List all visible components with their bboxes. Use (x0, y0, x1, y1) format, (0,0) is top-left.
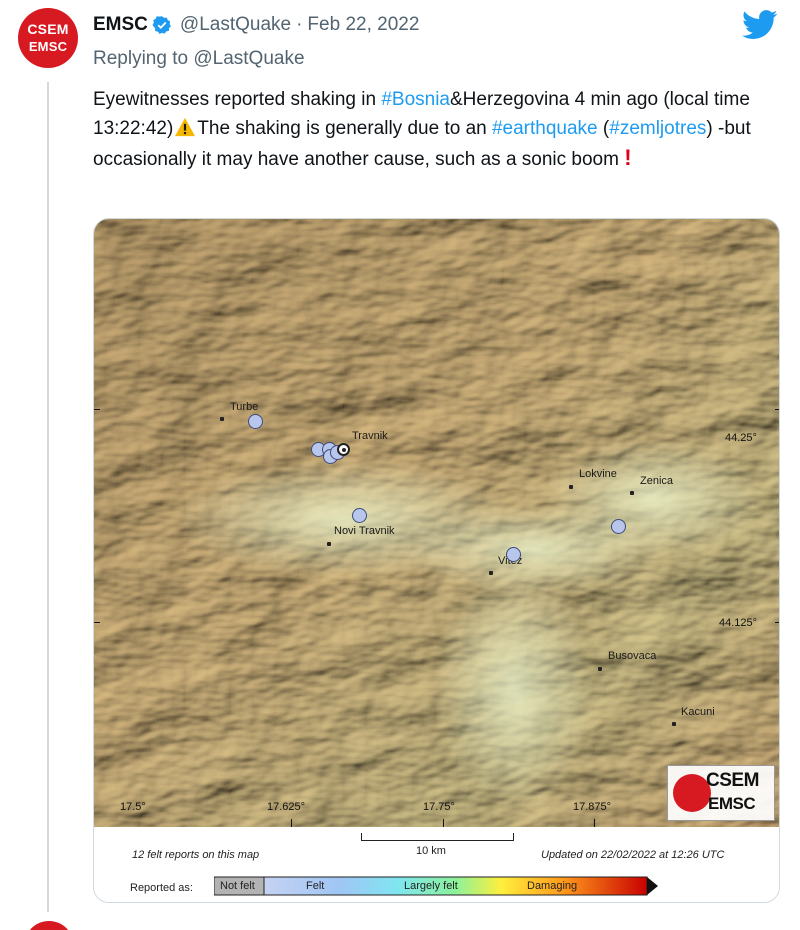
hashtag-earthquake[interactable]: #earthquake (492, 118, 598, 139)
verified-badge-icon (152, 16, 171, 34)
felt-report-marker[interactable] (611, 519, 626, 534)
legend-label-largely-felt: Largely felt (404, 880, 458, 892)
next-reply-avatar[interactable] (24, 921, 74, 930)
town-label: Kacuni (681, 706, 715, 718)
avatar-text-csem: CSEM (27, 21, 69, 37)
lon-label: 17.625° (267, 801, 306, 813)
logo-text-emsc: EMSC (708, 794, 756, 813)
hashtag-zemljotres[interactable]: #zemljotres (609, 118, 706, 139)
author-handle[interactable]: @LastQuake (180, 14, 291, 36)
twitter-bird-icon[interactable] (742, 10, 778, 40)
felt-report-marker[interactable] (248, 414, 263, 429)
town-label: Travnik (352, 430, 388, 442)
header-separator: · (296, 14, 303, 35)
thread-connector-line (47, 82, 49, 912)
updated-timestamp: Updated on 22/02/2022 at 12:26 UTC (541, 849, 725, 861)
replying-prefix: Replying to (93, 48, 189, 69)
town-marker (327, 542, 331, 546)
warning-icon (175, 117, 196, 137)
legend-label-damaging: Damaging (527, 880, 578, 892)
legend-title: Reported as: (130, 882, 193, 894)
lon-label: 17.5° (120, 801, 146, 813)
lon-tick (443, 819, 444, 827)
lat-tick (94, 622, 100, 623)
hashtag-bosnia[interactable]: #Bosnia (381, 89, 450, 110)
town-marker (630, 491, 634, 495)
town-label: Busovaca (608, 650, 657, 662)
terrain-relief (94, 219, 779, 827)
tweet-text-part: ( (597, 118, 610, 139)
tweet-date[interactable]: Feb 22, 2022 (307, 14, 419, 36)
tweet-header: EMSC @LastQuake · Feb 22, 2022 (93, 12, 419, 38)
map-image-card[interactable]: Turbe Travnik Novi Travnik Lokvine Zenic… (93, 218, 780, 903)
legend-label-not-felt: Not felt (220, 880, 255, 892)
lon-tick (594, 819, 595, 827)
town-label: Lokvine (579, 468, 617, 480)
town-label: Zenica (640, 475, 674, 487)
town-marker (569, 485, 573, 489)
lon-label: 17.75° (423, 801, 455, 813)
csem-emsc-logo: CSEM EMSC (667, 765, 775, 821)
map-footer: 10 km 12 felt reports on this map Update… (94, 827, 779, 902)
lat-tick (775, 409, 779, 410)
tweet-text-part: The shaking is generally due to an (197, 118, 492, 139)
lat-label: 44.25° (725, 432, 757, 444)
scale-label: 10 km (416, 845, 446, 857)
replying-to: Replying to @LastQuake (93, 48, 305, 70)
town-marker (489, 571, 493, 575)
legend-label-felt: Felt (306, 880, 325, 892)
town-label: Novi Travnik (334, 525, 395, 537)
felt-report-marker[interactable] (506, 547, 521, 562)
earthquake-map: Turbe Travnik Novi Travnik Lokvine Zenic… (94, 219, 779, 827)
town-label: Turbe (230, 401, 259, 413)
lat-tick (94, 409, 100, 410)
logo-text-csem: CSEM (706, 770, 759, 791)
town-marker (598, 667, 602, 671)
town-marker (220, 417, 224, 421)
lon-tick (291, 819, 292, 827)
replying-handle[interactable]: @LastQuake (193, 48, 304, 69)
epicenter-marker[interactable] (337, 443, 350, 456)
lon-label: 17.875° (573, 801, 612, 813)
lat-tick (775, 622, 779, 623)
exclamation-icon: ! (624, 145, 632, 170)
tweet-text-part: Eyewitnesses reported shaking in (93, 89, 382, 110)
tweet-text: Eyewitnesses reported shaking in #Bosnia… (93, 85, 753, 174)
town-marker (672, 722, 676, 726)
avatar[interactable]: CSEM EMSC (18, 8, 78, 68)
felt-reports-count: 12 felt reports on this map (132, 849, 260, 861)
lat-label: 44.125° (719, 617, 758, 629)
avatar-text-emsc: EMSC (28, 39, 68, 54)
author-name[interactable]: EMSC (93, 14, 148, 36)
scale-bar (361, 833, 514, 841)
felt-report-marker[interactable] (352, 508, 367, 523)
